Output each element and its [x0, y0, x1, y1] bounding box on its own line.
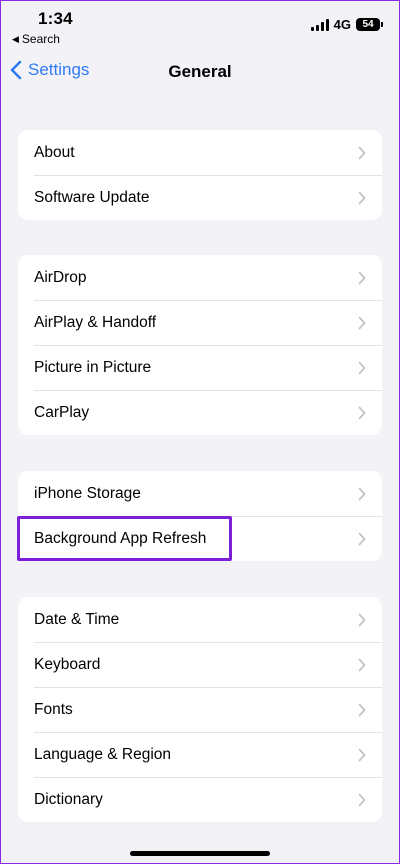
- settings-row-airdrop[interactable]: AirDrop: [18, 255, 382, 300]
- settings-row-label: CarPlay: [34, 403, 90, 421]
- chevron-right-icon: [358, 316, 366, 329]
- settings-row-software-update[interactable]: Software Update: [18, 175, 382, 220]
- chevron-right-icon: [358, 532, 366, 545]
- settings-row-label: Fonts: [34, 700, 73, 718]
- back-triangle-icon: ◀: [12, 33, 19, 44]
- status-bar: 1:34 ◀ Search 4G 54: [0, 0, 400, 50]
- status-indicators: 4G 54: [310, 17, 383, 32]
- chevron-right-icon: [358, 793, 366, 806]
- battery-level: 54: [362, 19, 374, 30]
- settings-row-label: Software Update: [34, 188, 150, 206]
- settings-row-fonts[interactable]: Fonts: [18, 687, 382, 732]
- chevron-right-icon: [358, 487, 366, 500]
- chevron-right-icon: [358, 748, 366, 761]
- settings-row-label: AirPlay & Handoff: [34, 313, 157, 331]
- chevron-right-icon: [358, 658, 366, 671]
- chevron-right-icon: [358, 146, 366, 159]
- settings-row-label: Date & Time: [34, 610, 120, 628]
- settings-row-airplay-handoff[interactable]: AirPlay & Handoff: [18, 300, 382, 345]
- settings-row-dictionary[interactable]: Dictionary: [18, 777, 382, 822]
- chevron-right-icon: [358, 191, 366, 204]
- chevron-right-icon: [358, 271, 366, 284]
- settings-row-keyboard[interactable]: Keyboard: [18, 642, 382, 687]
- network-type: 4G: [333, 17, 351, 32]
- battery-icon: 54: [356, 18, 383, 31]
- settings-row-date-time[interactable]: Date & Time: [18, 597, 382, 642]
- settings-row-label: About: [34, 143, 75, 161]
- settings-row-label: AirDrop: [34, 268, 87, 286]
- cellular-signal-icon: [310, 18, 329, 31]
- settings-row-carplay[interactable]: CarPlay: [18, 390, 382, 435]
- chevron-right-icon: [358, 406, 366, 419]
- settings-row-background-app-refresh[interactable]: Background App Refresh: [18, 516, 382, 561]
- navigation-bar: Settings General: [0, 50, 400, 94]
- settings-row-iphone-storage[interactable]: iPhone Storage: [18, 471, 382, 516]
- settings-row-label: Dictionary: [34, 790, 103, 808]
- settings-row-label: iPhone Storage: [34, 484, 141, 502]
- settings-row-label: Picture in Picture: [34, 358, 152, 376]
- settings-row-label: Keyboard: [34, 655, 101, 673]
- settings-group: Date & Time Keyboard Fonts Language & Regio…: [18, 597, 382, 822]
- settings-row-label: Language & Region: [34, 745, 172, 763]
- chevron-right-icon: [358, 361, 366, 374]
- status-time: 1:34: [38, 9, 73, 28]
- settings-row-label: Background App Refresh: [34, 529, 207, 547]
- page-title: General: [168, 62, 232, 81]
- home-indicator[interactable]: [130, 851, 270, 856]
- chevron-right-icon: [358, 613, 366, 626]
- chevron-right-icon: [358, 703, 366, 716]
- back-to-app-button[interactable]: ◀ Search: [12, 32, 60, 46]
- settings-row-about[interactable]: About: [18, 130, 382, 175]
- settings-row-picture-in-picture[interactable]: Picture in Picture: [18, 345, 382, 390]
- settings-group: About Software Update: [18, 130, 382, 220]
- settings-row-language-region[interactable]: Language & Region: [18, 732, 382, 777]
- back-to-app-label: Search: [21, 32, 60, 46]
- settings-group: AirDrop AirPlay & Handoff Picture in Pictu…: [18, 255, 382, 435]
- settings-group: iPhone Storage Background App Refresh: [18, 471, 382, 561]
